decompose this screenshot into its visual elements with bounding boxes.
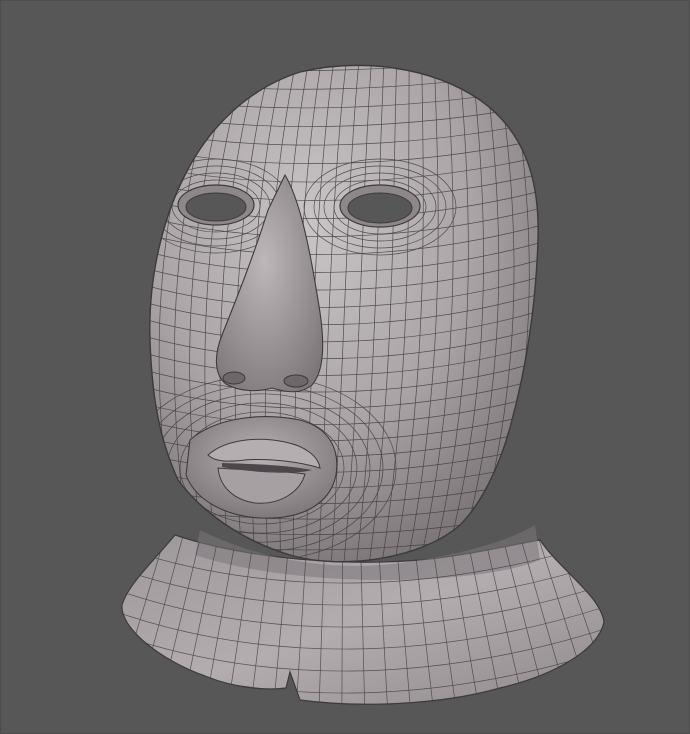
left-eye-socket — [177, 184, 255, 226]
right-nostril — [283, 374, 309, 388]
left-nostril — [222, 371, 246, 385]
head-mesh-model[interactable] — [0, 0, 690, 734]
3d-viewport[interactable] — [0, 0, 690, 734]
right-eye-socket — [339, 184, 421, 228]
